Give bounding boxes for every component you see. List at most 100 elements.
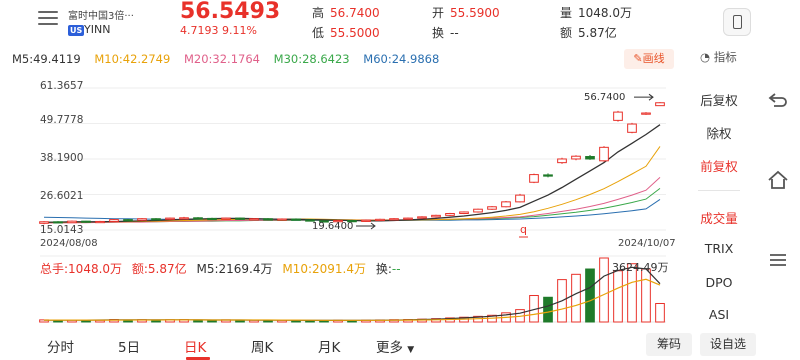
candle-body — [403, 217, 413, 220]
return-icon[interactable] — [766, 88, 790, 112]
side-item-asi[interactable]: ASI — [688, 307, 750, 322]
x-end-date: 2024/10/07 — [618, 238, 676, 249]
menu-icon[interactable] — [38, 11, 58, 25]
volume-bar — [599, 257, 609, 323]
indicator-button[interactable]: ◔ 指标 — [700, 49, 737, 65]
chips-button[interactable]: 筹码 — [646, 333, 692, 356]
candle-body — [641, 112, 651, 115]
menu-lines-icon[interactable] — [766, 248, 790, 272]
vol-total: 总手:1048.0万 — [40, 262, 123, 276]
candle-body — [109, 219, 119, 222]
candle-body — [515, 194, 525, 203]
y-tick-label: 38.1900 — [40, 152, 84, 164]
candle-body — [655, 102, 665, 107]
candle-body — [291, 218, 301, 221]
current-price: 56.5493 — [180, 0, 281, 24]
event-marker: q — [520, 223, 527, 236]
side-item-volume[interactable]: 成交量 — [688, 208, 750, 227]
candle-body — [627, 123, 637, 133]
ma-line-m5 — [43, 124, 661, 224]
candle-body — [557, 158, 567, 164]
y-tick-label: 26.6021 — [40, 190, 84, 202]
candlesticks — [39, 102, 665, 225]
candle-body — [207, 217, 217, 221]
ma30-label: M30:28.6423 — [273, 52, 350, 66]
candle-body — [277, 218, 287, 221]
candle-body — [501, 201, 511, 208]
volume-ma10-line — [44, 278, 661, 321]
add-watchlist-button[interactable]: 设自选 — [700, 333, 756, 356]
candle-body — [445, 213, 455, 216]
candle-body — [165, 217, 175, 220]
candle-body — [487, 206, 497, 210]
phone-icon[interactable] — [723, 8, 751, 36]
candle-body — [459, 211, 469, 215]
tab-5day[interactable]: 5日 — [118, 336, 140, 356]
side-divider — [698, 190, 740, 191]
side-item-trix[interactable]: TRIX — [688, 241, 750, 256]
quote-high: 高 56.7400 — [312, 6, 380, 20]
candle-body — [81, 220, 91, 223]
candle-body — [221, 217, 231, 220]
ma-lines — [43, 124, 661, 224]
tab-daily-k[interactable]: 日K — [184, 336, 206, 356]
candle-body — [389, 218, 399, 221]
ma20-label: M20:32.1764 — [183, 52, 260, 66]
candle-body — [571, 155, 581, 160]
candle-body — [543, 174, 553, 177]
volume-bar — [613, 270, 623, 323]
ma5-label: M5:49.4119 — [12, 52, 81, 66]
candle-body — [585, 156, 595, 160]
kline-chart[interactable]: 56.7400 19.6400 q — [36, 80, 670, 325]
ma10-label: M10:42.2749 — [94, 52, 171, 66]
side-item-dpo[interactable]: DPO — [688, 275, 750, 290]
stock-name[interactable]: 富时中国3倍··· — [68, 7, 134, 22]
ticker-symbol: YINN — [84, 23, 111, 36]
vol-turnover-value: -- — [391, 262, 401, 276]
candle-body — [249, 218, 259, 221]
gauge-icon: ◔ — [700, 50, 711, 64]
candle-body — [431, 214, 441, 218]
volume-bar — [655, 302, 665, 323]
candle-body — [179, 217, 189, 220]
home-icon[interactable] — [766, 168, 790, 192]
quote-low: 低 55.5000 — [312, 26, 380, 40]
side-item-ex-rights[interactable]: 除权 — [688, 123, 750, 142]
ma-legend: M5:49.4119 M10:42.2749 M20:32.1764 M30:2… — [12, 52, 449, 66]
side-item-backward-adjust[interactable]: 后复权 — [688, 90, 750, 109]
candle-body — [375, 218, 385, 222]
x-start-date: 2024/08/08 — [40, 238, 98, 249]
quote-amount: 额 5.87亿 — [560, 26, 617, 40]
candle-body — [361, 219, 371, 222]
price-change: 4.7193 9.11% — [180, 24, 257, 37]
candle-body — [417, 216, 427, 219]
tab-more[interactable]: 更多 ▼ — [376, 336, 414, 356]
y-tick-label: 61.3657 — [40, 80, 84, 92]
caret-down-icon: ▼ — [407, 345, 415, 355]
candle-body — [613, 111, 623, 121]
tab-intraday[interactable]: 分时 — [47, 336, 74, 356]
candle-body — [235, 217, 245, 220]
candle-body — [95, 220, 105, 224]
quote-open: 开 55.5900 — [432, 6, 500, 20]
tab-weekly-k[interactable]: 周K — [251, 336, 273, 356]
side-item-forward-adjust[interactable]: 前复权 — [688, 156, 750, 175]
draw-line-button[interactable]: ✎画线 — [624, 49, 674, 69]
market-badge: US — [68, 25, 85, 36]
low-price-label: 19.6400 — [312, 221, 353, 232]
candle-body — [599, 146, 609, 162]
volume-info: 总手:1048.0万 额:5.87亿 M5:2169.4万 M10:2091.4… — [40, 260, 407, 277]
pencil-icon: ✎ — [633, 52, 643, 65]
vol-ma10: M10:2091.4万 — [282, 262, 366, 276]
candle-body — [263, 218, 273, 221]
candle-body — [473, 208, 483, 213]
candle-body — [193, 217, 203, 220]
quote-volume: 量 1048.0万 — [560, 6, 633, 20]
volume-bar — [585, 268, 595, 323]
candle-body — [53, 221, 63, 224]
tab-monthly-k[interactable]: 月K — [318, 336, 340, 356]
ma-line-m30 — [44, 188, 661, 223]
candle-body — [123, 219, 133, 222]
ma60-label: M60:24.9868 — [363, 52, 440, 66]
volume-bar — [641, 268, 651, 323]
